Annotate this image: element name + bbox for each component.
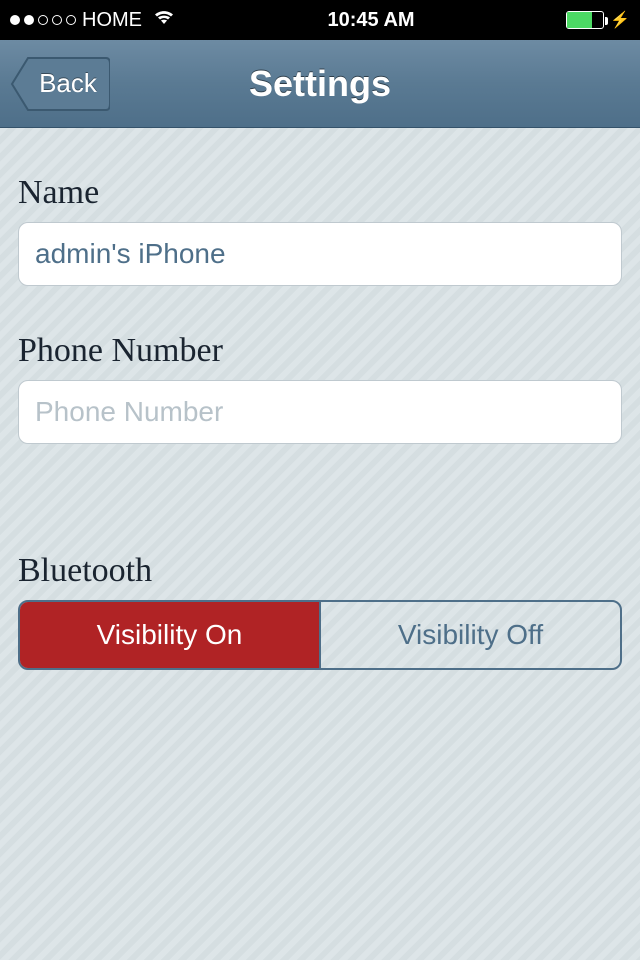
signal-dots-icon	[10, 15, 76, 25]
carrier-label: HOME	[82, 9, 142, 32]
content-area: Name Phone Number Bluetooth Visibility O…	[0, 128, 640, 960]
charging-bolt-icon: ⚡	[610, 10, 630, 30]
visibility-on-segment[interactable]: Visibility On	[20, 602, 319, 668]
name-input[interactable]	[18, 222, 622, 286]
name-label: Name	[18, 128, 622, 222]
status-bar: HOME 10:45 AM ⚡	[0, 0, 640, 40]
back-button-label: Back	[32, 55, 104, 113]
bluetooth-label: Bluetooth	[18, 444, 622, 600]
phone-label: Phone Number	[18, 286, 622, 380]
wifi-icon	[152, 8, 176, 32]
nav-bar: Back Settings	[0, 40, 640, 128]
visibility-segmented-control: Visibility On Visibility Off	[18, 600, 622, 670]
status-time: 10:45 AM	[328, 9, 415, 32]
phone-input[interactable]	[18, 380, 622, 444]
visibility-off-segment[interactable]: Visibility Off	[319, 602, 620, 668]
status-right: ⚡	[566, 10, 630, 30]
back-button[interactable]: Back	[10, 55, 110, 113]
battery-icon	[566, 11, 604, 29]
status-left: HOME	[10, 8, 176, 32]
